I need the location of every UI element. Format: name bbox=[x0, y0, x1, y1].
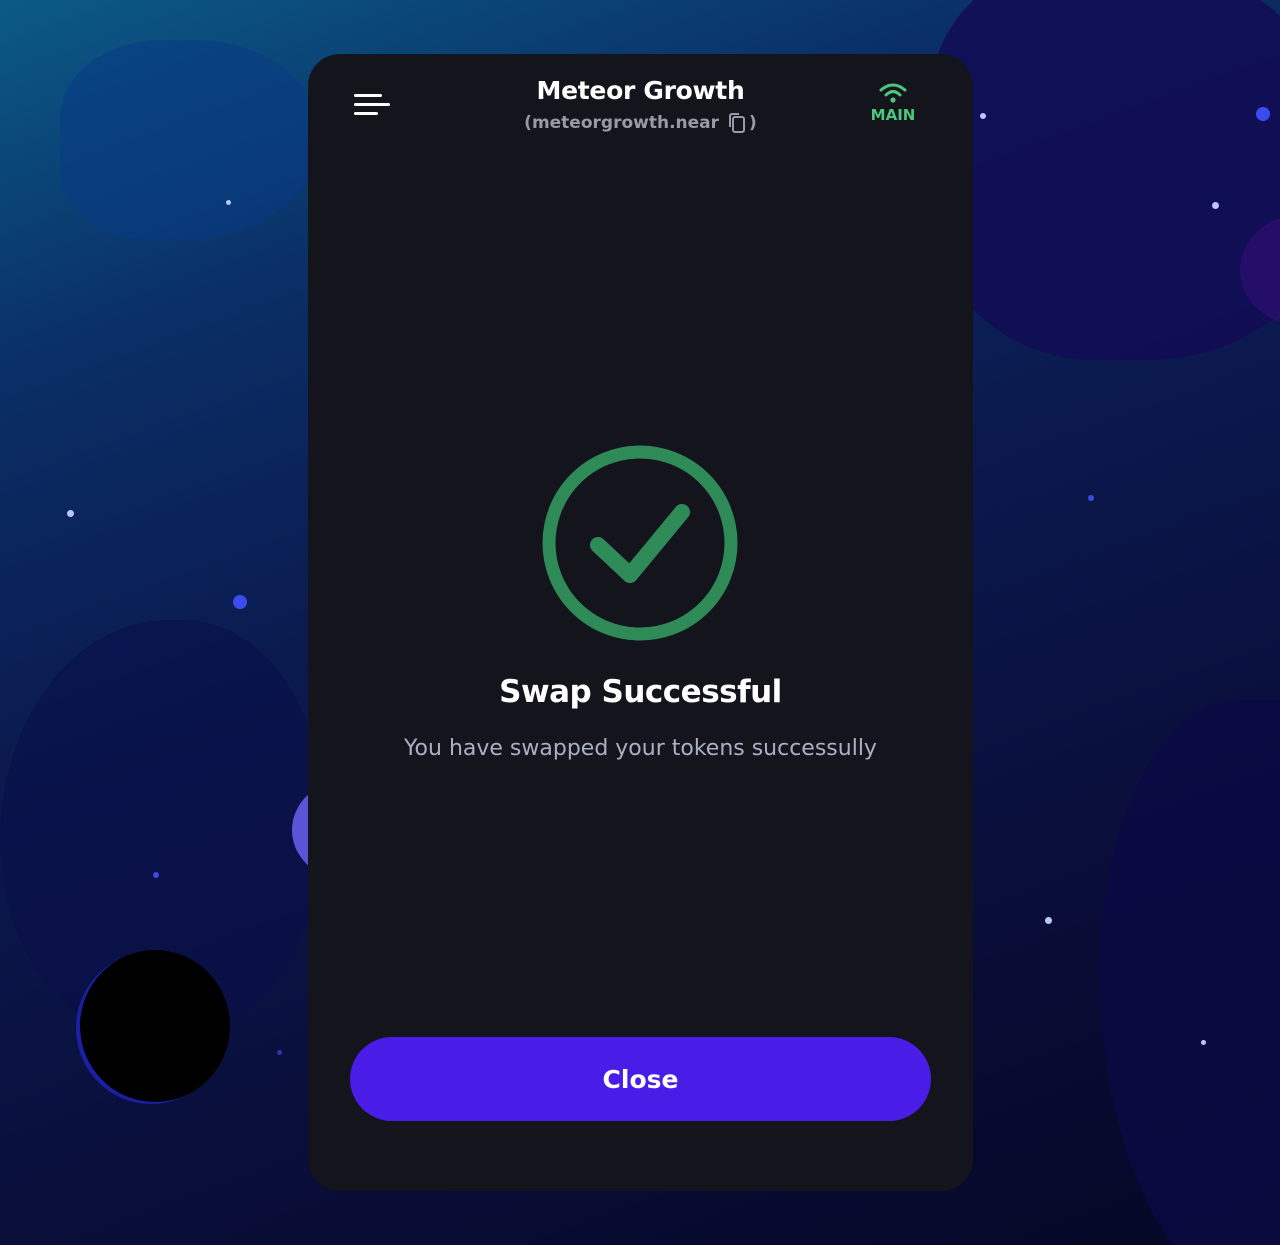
background-star bbox=[1256, 107, 1270, 121]
network-indicator[interactable]: MAIN bbox=[863, 82, 923, 124]
wifi-icon bbox=[879, 83, 907, 103]
background-star bbox=[980, 113, 986, 119]
background-star bbox=[67, 510, 74, 517]
checkmark-circle-icon bbox=[542, 445, 738, 641]
account-close-paren: ) bbox=[749, 113, 757, 133]
background-star bbox=[277, 1050, 282, 1055]
background-planet bbox=[80, 950, 230, 1102]
background-star bbox=[1212, 202, 1219, 209]
background-blob bbox=[60, 40, 320, 240]
background-star bbox=[1201, 1040, 1206, 1045]
background-blob bbox=[1100, 700, 1280, 1245]
background-star bbox=[233, 595, 247, 609]
network-label: MAIN bbox=[870, 106, 916, 124]
background-star bbox=[1088, 495, 1094, 501]
swap-success-message: You have swapped your tokens successully bbox=[404, 736, 877, 761]
wallet-panel: Meteor Growth (meteorgrowth.near ) MAIN … bbox=[308, 54, 973, 1191]
background-star bbox=[1045, 917, 1052, 924]
background-blob bbox=[930, 0, 1280, 360]
swap-success-title: Swap Successful bbox=[499, 674, 782, 710]
copy-icon[interactable] bbox=[727, 112, 747, 134]
close-button[interactable]: Close bbox=[350, 1037, 931, 1121]
account-id: (meteorgrowth.near bbox=[524, 113, 720, 133]
background-star bbox=[153, 872, 159, 878]
background-star bbox=[226, 200, 231, 205]
